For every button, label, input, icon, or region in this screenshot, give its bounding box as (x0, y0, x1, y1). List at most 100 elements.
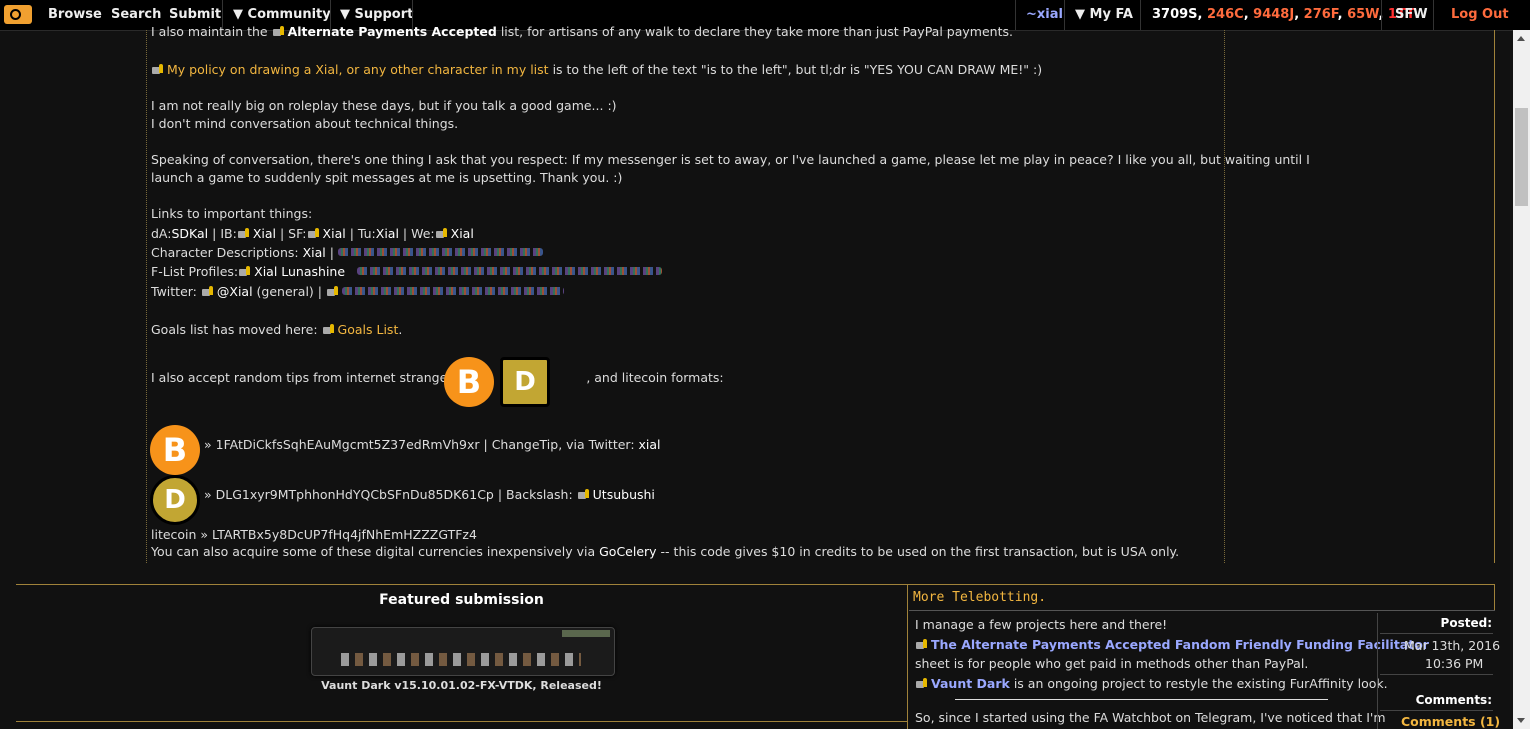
policy-line: My policy on drawing a Xial, or any othe… (151, 61, 1042, 79)
btc-address: » 1FAtDiCkfsSqhEAuMgcmt5Z37edRmVh9xr | C… (204, 437, 635, 452)
lock-icon (915, 638, 929, 650)
sf-link[interactable]: Xial (323, 226, 346, 241)
journal-apa-post: sheet is for people who get paid in meth… (915, 656, 1309, 671)
nav-myfa[interactable]: ▼ My FA (1075, 0, 1133, 30)
dogecoin-icon (500, 357, 550, 407)
page-scrollbar[interactable] (1513, 30, 1530, 729)
journal-title[interactable]: More Telebotting. (913, 590, 1046, 605)
text: Twitter: (151, 284, 197, 299)
featured-caption[interactable]: Vaunt Dark v15.10.01.02-FX-VTDK, Release… (16, 679, 907, 692)
featured-thumbnail[interactable] (311, 627, 615, 676)
apa-line: I also maintain the Alternate Payments A… (151, 23, 1013, 41)
text: dA: (151, 226, 172, 241)
goals-link[interactable]: Goals List (338, 322, 399, 337)
stat-submissions[interactable]: 3709S (1152, 7, 1198, 22)
caret-down-icon: ▼ (233, 7, 248, 22)
posted-date: Mar 13th, 2016 (1404, 638, 1501, 653)
nav-community-label: Community (247, 7, 331, 22)
text: list, for artisans of any walk to declar… (500, 24, 1013, 39)
dogecoin-icon (150, 475, 200, 525)
thumbnail-preview-header (562, 630, 610, 637)
text: F-List Profiles: (151, 264, 239, 279)
twitter-link[interactable]: @Xial (217, 284, 253, 299)
journal-title-underline (909, 610, 1495, 611)
scrollbar-thumb[interactable] (1515, 108, 1528, 206)
obscured-link[interactable] (357, 267, 663, 275)
flist-line: F-List Profiles: Xial Lunashine (151, 263, 663, 281)
nav-support-label: Support (354, 7, 414, 22)
site-logo-icon[interactable] (4, 5, 32, 24)
lock-icon (201, 285, 215, 297)
sidebar-rule (1380, 674, 1493, 675)
text: | SF: (279, 226, 307, 241)
gocelery-line: You can also acquire some of these digit… (151, 543, 1179, 561)
text: . (398, 322, 403, 337)
lock-icon (151, 63, 165, 75)
journal-right-border (1494, 584, 1495, 610)
chardesc-link[interactable]: Xial (303, 245, 326, 260)
text: You can also acquire some of these digit… (151, 544, 596, 559)
da-link[interactable]: SDKal (171, 226, 208, 241)
lock-icon (915, 677, 929, 689)
thumbnail-preview-strip (341, 653, 581, 666)
comments-link[interactable]: Comments (1) (1401, 714, 1500, 729)
gocelery-link[interactable]: GoCelery (599, 544, 656, 559)
text: | IB: (212, 226, 237, 241)
sidebar-rule (1380, 710, 1493, 711)
policy-link[interactable]: My policy on drawing a Xial, or any othe… (167, 62, 549, 77)
stat-journals[interactable]: 9448J (1253, 7, 1294, 22)
nav-myfa-label: My FA (1089, 7, 1133, 22)
apa-link[interactable]: Alternate Payments Accepted (288, 24, 497, 39)
flist-link[interactable]: Xial Lunashine (254, 264, 345, 279)
text: | Tu: (349, 226, 376, 241)
lock-icon (322, 323, 336, 335)
obscured-link[interactable] (341, 287, 564, 295)
sfw-toggle[interactable]: SFW (1395, 0, 1428, 30)
nav-user[interactable]: ~xial (1026, 0, 1063, 30)
scroll-down-arrow-icon[interactable] (1517, 718, 1525, 723)
text: | We: (402, 226, 435, 241)
backslash-user-link[interactable]: Utsubushi (593, 487, 655, 502)
nav-divider (1140, 0, 1141, 30)
links-heading: Links to important things: (151, 206, 313, 221)
lock-icon (307, 227, 321, 239)
text: (general) | (256, 284, 322, 299)
nav-browse[interactable]: Browse (48, 0, 102, 30)
logout-link[interactable]: Log Out (1451, 0, 1509, 30)
scroll-up-arrow-icon[interactable] (1517, 36, 1525, 41)
lock-icon (577, 488, 591, 500)
text: I also maintain the (151, 24, 268, 39)
journal-separator (955, 699, 1328, 700)
featured-top-border (16, 584, 907, 585)
bitcoin-icon (150, 425, 200, 475)
nav-divider (1064, 0, 1065, 30)
text: -- this code gives $10 in credits to be … (660, 544, 1180, 559)
text: Character Descriptions: (151, 245, 299, 260)
doge-address-line: » DLG1xyr9MTphhonHdYQCbSFnDu85DK61Cp | B… (204, 486, 655, 504)
we-link[interactable]: Xial (451, 226, 474, 241)
ib-link[interactable]: Xial (253, 226, 276, 241)
stat-watches[interactable]: 65W (1347, 7, 1378, 22)
tips-line: I also accept random tips from internet … (151, 369, 724, 387)
btc-address-line: » 1FAtDiCkfsSqhEAuMgcmt5Z37edRmVh9xr | C… (204, 436, 661, 454)
doge-address: » DLG1xyr9MTphhonHdYQCbSFnDu85DK61Cp | B… (204, 487, 573, 502)
goals-line: Goals list has moved here: Goals List. (151, 321, 402, 339)
text: , and litecoin formats: (586, 370, 724, 385)
journal-apa-link[interactable]: The Alternate Payments Accepted Fandom F… (931, 637, 1429, 652)
bitcoin-icon (444, 357, 494, 407)
obscured-link[interactable] (337, 248, 543, 256)
journal-vaunt-link[interactable]: Vaunt Dark (931, 676, 1010, 691)
caret-down-icon: ▼ (340, 7, 355, 22)
comments-label: Comments: (1415, 693, 1492, 707)
panel-divider (907, 584, 908, 729)
stat-comments[interactable]: 246C (1207, 7, 1244, 22)
changetip-twitter-link[interactable]: xial (639, 437, 661, 452)
lock-icon (435, 227, 449, 239)
tu-link[interactable]: Xial (376, 226, 399, 241)
twitter-line: Twitter: @Xial (general) | (151, 283, 564, 301)
nav-divider (1015, 0, 1016, 30)
journal-sidebar-divider (1377, 613, 1378, 729)
featured-title: Featured submission (379, 592, 544, 608)
litecoin-line: litecoin » LTARTBx5y8DcUP7fHq4jfNhEmHZZZ… (151, 527, 477, 542)
stat-favorites[interactable]: 276F (1304, 7, 1338, 22)
